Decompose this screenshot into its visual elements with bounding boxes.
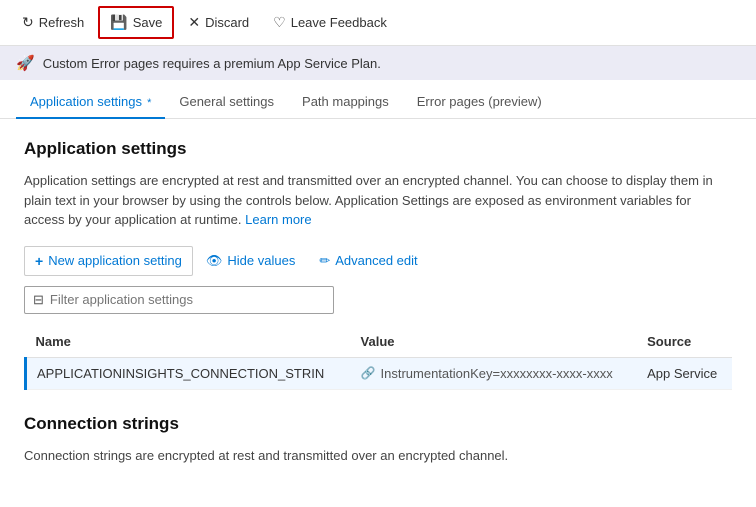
setting-value-text: InstrumentationKey=xxxxxxxx-xxxx-xxxx: [381, 366, 613, 381]
save-icon: 💾: [110, 14, 127, 31]
column-name: Name: [26, 326, 351, 358]
content-area: Application settings Application setting…: [0, 119, 756, 485]
description-text: Application settings are encrypted at re…: [24, 173, 713, 227]
tab-app-settings-label: Application settings: [30, 94, 142, 109]
conn-section-title: Connection strings: [24, 414, 732, 434]
advanced-edit-label: Advanced edit: [335, 253, 417, 268]
refresh-label: Refresh: [39, 15, 85, 30]
feedback-label: Leave Feedback: [291, 15, 387, 30]
advanced-edit-button[interactable]: ✏ Advanced edit: [308, 246, 428, 276]
setting-source: App Service: [637, 357, 732, 389]
save-button[interactable]: 💾 Save: [98, 6, 174, 39]
edit-icon: ✏: [319, 253, 330, 269]
new-setting-label: New application setting: [48, 253, 182, 268]
action-bar: + New application setting 👁 Hide values …: [24, 246, 732, 276]
column-source: Source: [637, 326, 732, 358]
value-cell: 🔗 InstrumentationKey=xxxxxxxx-xxxx-xxxx: [361, 366, 628, 381]
column-value: Value: [351, 326, 638, 358]
tab-error-pages[interactable]: Error pages (preview): [403, 84, 556, 119]
feedback-icon: ♡: [273, 14, 286, 31]
tab-path-mappings-label: Path mappings: [302, 94, 389, 109]
filter-input-wrapper: ⊟: [24, 286, 334, 314]
settings-table: Name Value Source APPLICATIONINSIGHTS_CO…: [24, 326, 732, 390]
connection-strings-section: Connection strings Connection strings ar…: [24, 414, 732, 466]
setting-name: APPLICATIONINSIGHTS_CONNECTION_STRIN: [26, 357, 351, 389]
banner: 🚀 Custom Error pages requires a premium …: [0, 46, 756, 80]
banner-text: Custom Error pages requires a premium Ap…: [43, 56, 381, 71]
tab-general-settings-label: General settings: [179, 94, 274, 109]
filter-input[interactable]: [50, 292, 325, 307]
filter-icon: ⊟: [33, 292, 44, 308]
tabs-bar: Application settings * General settings …: [0, 84, 756, 119]
conn-description: Connection strings are encrypted at rest…: [24, 446, 732, 466]
setting-value: 🔗 InstrumentationKey=xxxxxxxx-xxxx-xxxx: [351, 357, 638, 389]
tab-path-mappings[interactable]: Path mappings: [288, 84, 403, 119]
toolbar: ↻ Refresh 💾 Save ✕ Discard ♡ Leave Feedb…: [0, 0, 756, 46]
section-description: Application settings are encrypted at re…: [24, 171, 724, 230]
learn-more-link[interactable]: Learn more: [245, 212, 311, 227]
feedback-button[interactable]: ♡ Leave Feedback: [263, 8, 397, 37]
save-label: Save: [133, 15, 163, 30]
new-setting-button[interactable]: + New application setting: [24, 246, 193, 276]
filter-row: ⊟: [24, 286, 732, 314]
refresh-button[interactable]: ↻ Refresh: [12, 8, 94, 37]
eye-icon: 👁: [206, 253, 223, 269]
rocket-icon: 🚀: [16, 54, 35, 72]
tab-general-settings[interactable]: General settings: [165, 84, 288, 119]
discard-button[interactable]: ✕ Discard: [178, 8, 259, 37]
tab-app-settings[interactable]: Application settings *: [16, 84, 165, 119]
discard-label: Discard: [205, 15, 249, 30]
hide-values-button[interactable]: 👁 Hide values: [195, 246, 306, 276]
table-row[interactable]: APPLICATIONINSIGHTS_CONNECTION_STRIN 🔗 I…: [26, 357, 733, 389]
tab-error-pages-label: Error pages (preview): [417, 94, 542, 109]
table-header-row: Name Value Source: [26, 326, 733, 358]
hide-values-label: Hide values: [227, 253, 295, 268]
link-icon: 🔗: [361, 366, 376, 380]
plus-icon: +: [35, 253, 43, 269]
discard-icon: ✕: [188, 14, 200, 31]
tab-asterisk: *: [144, 97, 151, 109]
section-title: Application settings: [24, 139, 732, 159]
refresh-icon: ↻: [22, 14, 34, 31]
